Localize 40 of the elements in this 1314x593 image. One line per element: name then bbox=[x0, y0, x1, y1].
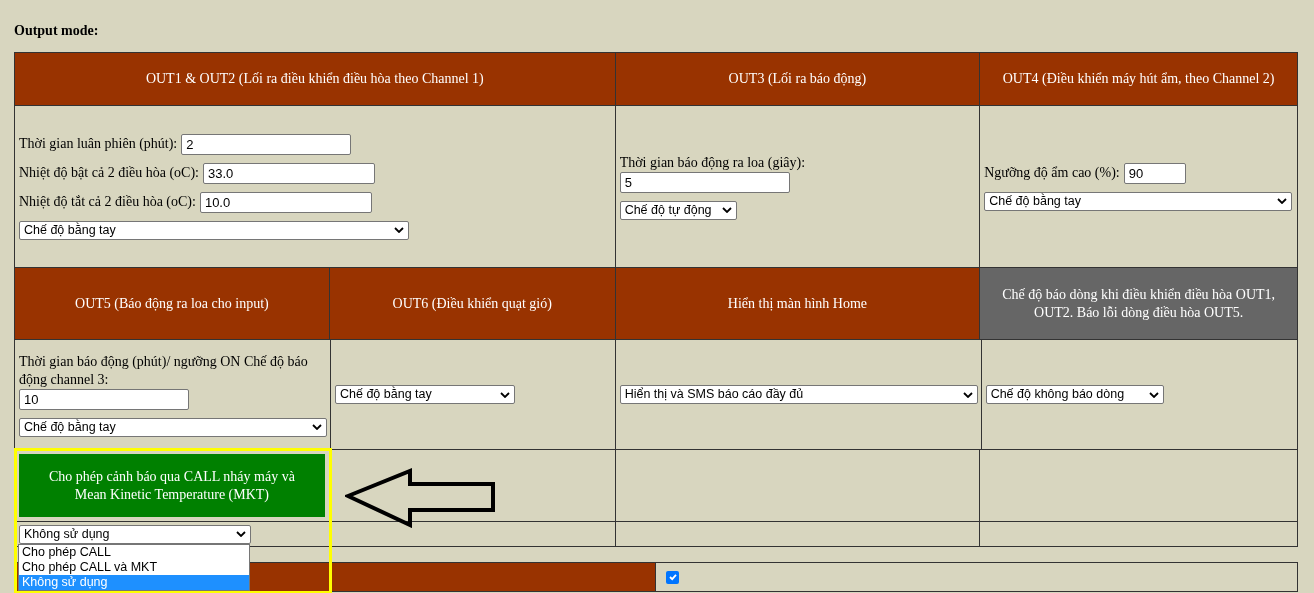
chevron-down-icon bbox=[236, 531, 246, 537]
dropdown-option[interactable]: Cho phép CALL và MKT bbox=[19, 560, 249, 575]
input-field[interactable]: 10 bbox=[19, 388, 189, 410]
column-header: OUT5 (Báo động ra loa cho input) bbox=[15, 268, 329, 339]
chevron-down-icon bbox=[1277, 198, 1288, 204]
section-title: Output mode: bbox=[14, 22, 100, 40]
chevron-down-icon bbox=[312, 424, 322, 430]
input-field[interactable]: 10.0 bbox=[199, 191, 372, 213]
checkbox[interactable] bbox=[666, 570, 679, 584]
dropdown[interactable]: Không sử dụng bbox=[19, 524, 251, 544]
dropdown[interactable]: Chế độ bằng tay bbox=[335, 385, 515, 404]
dropdown[interactable]: Hiển thị và SMS báo cáo đầy đủ bbox=[619, 385, 978, 404]
dropdown[interactable]: Chế độ bằng tay bbox=[19, 220, 409, 240]
dropdown[interactable]: Chế độ bằng tay bbox=[984, 191, 1293, 211]
field-label: Thời gian báo động ra loa (giây): bbox=[619, 153, 806, 172]
column-header: OUT4 (Điều khiển máy hút ẩm, theo Channel 2) bbox=[980, 53, 1297, 105]
field-label: Thời gian báo động (phút)/ ngưỡng ON Chế độ báo động channel 3: bbox=[19, 352, 309, 389]
input-field[interactable]: 90 bbox=[1123, 162, 1186, 184]
chevron-down-icon bbox=[962, 391, 973, 398]
option-header: Cho phép cảnh báo qua CALL nháy máy và Mean Kinetic Temperature (MKT) bbox=[19, 454, 325, 517]
field-label: Nhiệt độ bật cả 2 điều hòa (oC): bbox=[19, 164, 199, 182]
chevron-down-icon bbox=[500, 391, 510, 398]
column-header: Hiển thị màn hình Home bbox=[615, 268, 980, 339]
input-field[interactable]: 5 bbox=[619, 171, 790, 193]
column-header: OUT1 & OUT2 (Lối ra điều khiển điều hòa theo Channel 1) bbox=[15, 53, 615, 105]
chevron-down-icon bbox=[394, 227, 404, 233]
chevron-down-icon bbox=[721, 207, 732, 213]
input-field[interactable]: 33.0 bbox=[203, 162, 375, 184]
dropdown[interactable]: Chế độ bằng tay bbox=[19, 417, 327, 437]
chevron-down-icon bbox=[1148, 391, 1159, 398]
dropdown[interactable]: Chế độ không báo dòng bbox=[985, 385, 1164, 404]
dropdown[interactable]: Chế độ tự động bbox=[619, 200, 737, 220]
field-label: Thời gian luân phiên (phút): bbox=[19, 135, 178, 153]
field-label: Ngưỡng độ ẩm cao (%): bbox=[984, 164, 1120, 182]
dropdown-option[interactable]: Cho phép CALL bbox=[19, 545, 249, 560]
column-header: OUT3 (Lối ra báo động) bbox=[615, 53, 980, 105]
column-header: OUT6 (Điều khiển quạt gió) bbox=[329, 268, 615, 339]
field-label: Nhiệt độ tắt cả 2 điều hòa (oC): bbox=[19, 193, 196, 211]
column-header: Chế độ báo dòng khi điều khiển điều hòa OUT1, OUT2. Báo lỗi dòng điều hòa OUT5. bbox=[980, 268, 1297, 339]
input-field[interactable]: 2 bbox=[181, 133, 352, 155]
